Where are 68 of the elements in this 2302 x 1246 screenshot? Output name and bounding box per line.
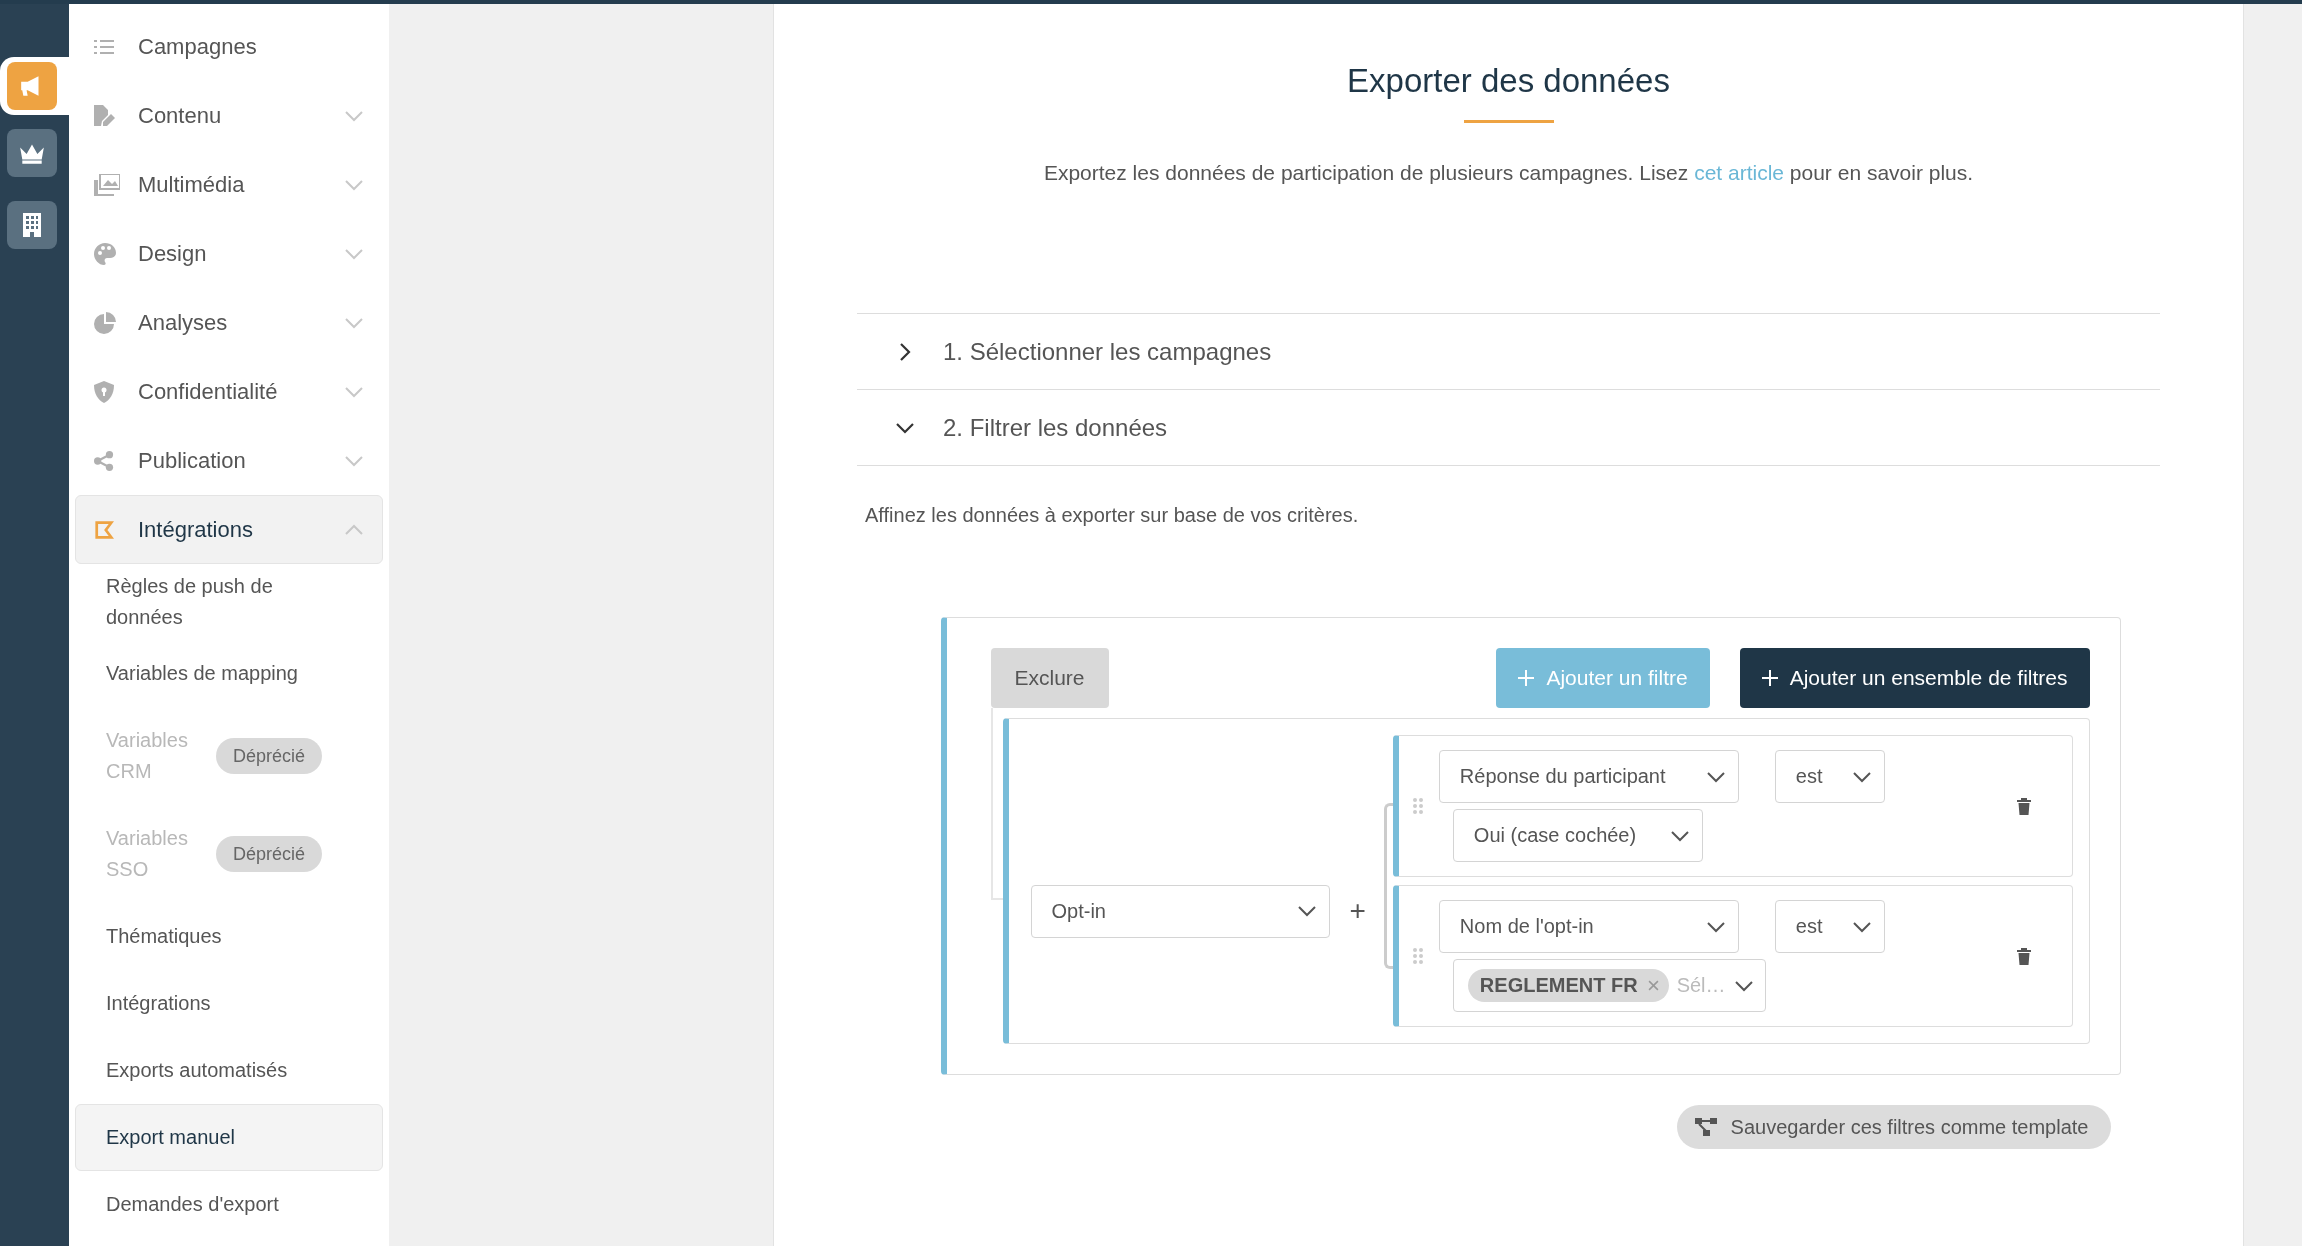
building-icon bbox=[23, 213, 41, 237]
rail-button[interactable] bbox=[7, 201, 57, 249]
value-select[interactable]: Oui (case cochée) bbox=[1452, 809, 1703, 862]
section-description: Affinez les données à exporter sur base de vos critères. bbox=[865, 504, 1360, 527]
images-icon bbox=[94, 173, 120, 196]
chevron-icon bbox=[899, 341, 911, 362]
exclude-button[interactable]: Exclure bbox=[990, 648, 1109, 708]
chevron-icon bbox=[344, 523, 364, 536]
chevron-icon bbox=[344, 247, 364, 260]
share-icon bbox=[94, 450, 114, 471]
pie-chart-icon bbox=[94, 311, 116, 334]
drag-handle-icon[interactable] bbox=[1412, 798, 1423, 814]
rail-button[interactable] bbox=[7, 129, 57, 177]
save-template-button[interactable]: Sauvegarder ces filtres comme template bbox=[1676, 1105, 2111, 1149]
sidebar-subitem[interactable]: Règles de push de données bbox=[75, 564, 383, 640]
deprecated-badge: Déprécié bbox=[216, 836, 323, 872]
drag-handle-icon[interactable] bbox=[1412, 948, 1423, 964]
sidebar-item[interactable]: Analyses bbox=[75, 288, 383, 357]
accordion-header[interactable]: 2. Filtrer les données bbox=[857, 390, 2160, 466]
chevron-icon bbox=[344, 454, 364, 467]
plus-icon bbox=[1761, 670, 1778, 686]
chevron-icon bbox=[344, 316, 364, 329]
crown-icon bbox=[18, 142, 46, 164]
sidebar-subitem[interactable]: Intégrations bbox=[75, 970, 383, 1037]
sidebar-item[interactable]: Intégrations bbox=[75, 495, 383, 564]
sidebar-item[interactable]: Publication bbox=[75, 426, 383, 495]
sidebar-item[interactable]: Contenu bbox=[75, 81, 383, 150]
value-multiselect[interactable]: REGLEMENT FR Sél… bbox=[1452, 959, 1766, 1012]
sidebar-item[interactable]: Confidentialité bbox=[75, 357, 383, 426]
sidebar-item[interactable]: Multimédia bbox=[75, 150, 383, 219]
sidebar-subitem[interactable]: Thématiques bbox=[75, 903, 383, 970]
chevron-icon bbox=[1296, 905, 1317, 917]
chevron-icon bbox=[1705, 920, 1726, 933]
accordion-header[interactable]: 1. Sélectionner les campagnes bbox=[857, 314, 2160, 390]
chevron-icon bbox=[1669, 829, 1690, 842]
chevron-icon bbox=[344, 385, 364, 398]
operator-select[interactable]: est bbox=[1774, 900, 1885, 953]
sidebar-item[interactable]: Campagnes bbox=[75, 12, 383, 81]
intro-text: Exportez les données de participation de plusieurs campagnes. Lisez cet article pour en savoir plus. bbox=[1043, 161, 1974, 185]
sidebar-subitem[interactable]: Variables de mapping bbox=[75, 640, 383, 707]
sidebar-subitem[interactable]: Export manuel bbox=[75, 1104, 383, 1171]
palette-icon bbox=[94, 242, 116, 265]
add-filter-set-button[interactable]: Ajouter un ensemble de filtres bbox=[1739, 648, 2090, 708]
chevron-icon bbox=[1705, 770, 1726, 783]
operator-select[interactable]: est bbox=[1774, 750, 1885, 803]
chevron-icon bbox=[1851, 770, 1872, 783]
chevron-icon bbox=[1733, 979, 1754, 992]
file-pen-icon bbox=[94, 104, 116, 127]
trash-icon[interactable] bbox=[2015, 797, 2032, 815]
sidebar-subitem[interactable]: Exports automatisés bbox=[75, 1037, 383, 1104]
shield-icon bbox=[94, 380, 114, 403]
chevron-icon bbox=[895, 421, 915, 434]
list-icon bbox=[94, 38, 114, 55]
criteria-select[interactable]: Nom de l'opt-in bbox=[1438, 900, 1739, 953]
trash-icon[interactable] bbox=[2015, 947, 2032, 965]
chevron-icon bbox=[1851, 920, 1872, 933]
chevron-icon bbox=[344, 178, 364, 191]
field-select[interactable]: Opt-in bbox=[1030, 884, 1330, 938]
sidebar-item[interactable]: Design bbox=[75, 219, 383, 288]
nodes-icon bbox=[1694, 1118, 1717, 1136]
criteria-select[interactable]: Réponse du participant bbox=[1438, 750, 1739, 803]
deprecated-badge: Déprécié bbox=[216, 738, 323, 774]
page-title: Exporter des données bbox=[1347, 62, 1670, 100]
sidebar-subitem[interactable]: Demandes d'export bbox=[75, 1171, 383, 1238]
plus-icon bbox=[1518, 670, 1535, 686]
value-tag: REGLEMENT FR bbox=[1467, 969, 1669, 1002]
join-operator: + bbox=[1349, 895, 1366, 927]
chevron-icon bbox=[344, 109, 364, 122]
